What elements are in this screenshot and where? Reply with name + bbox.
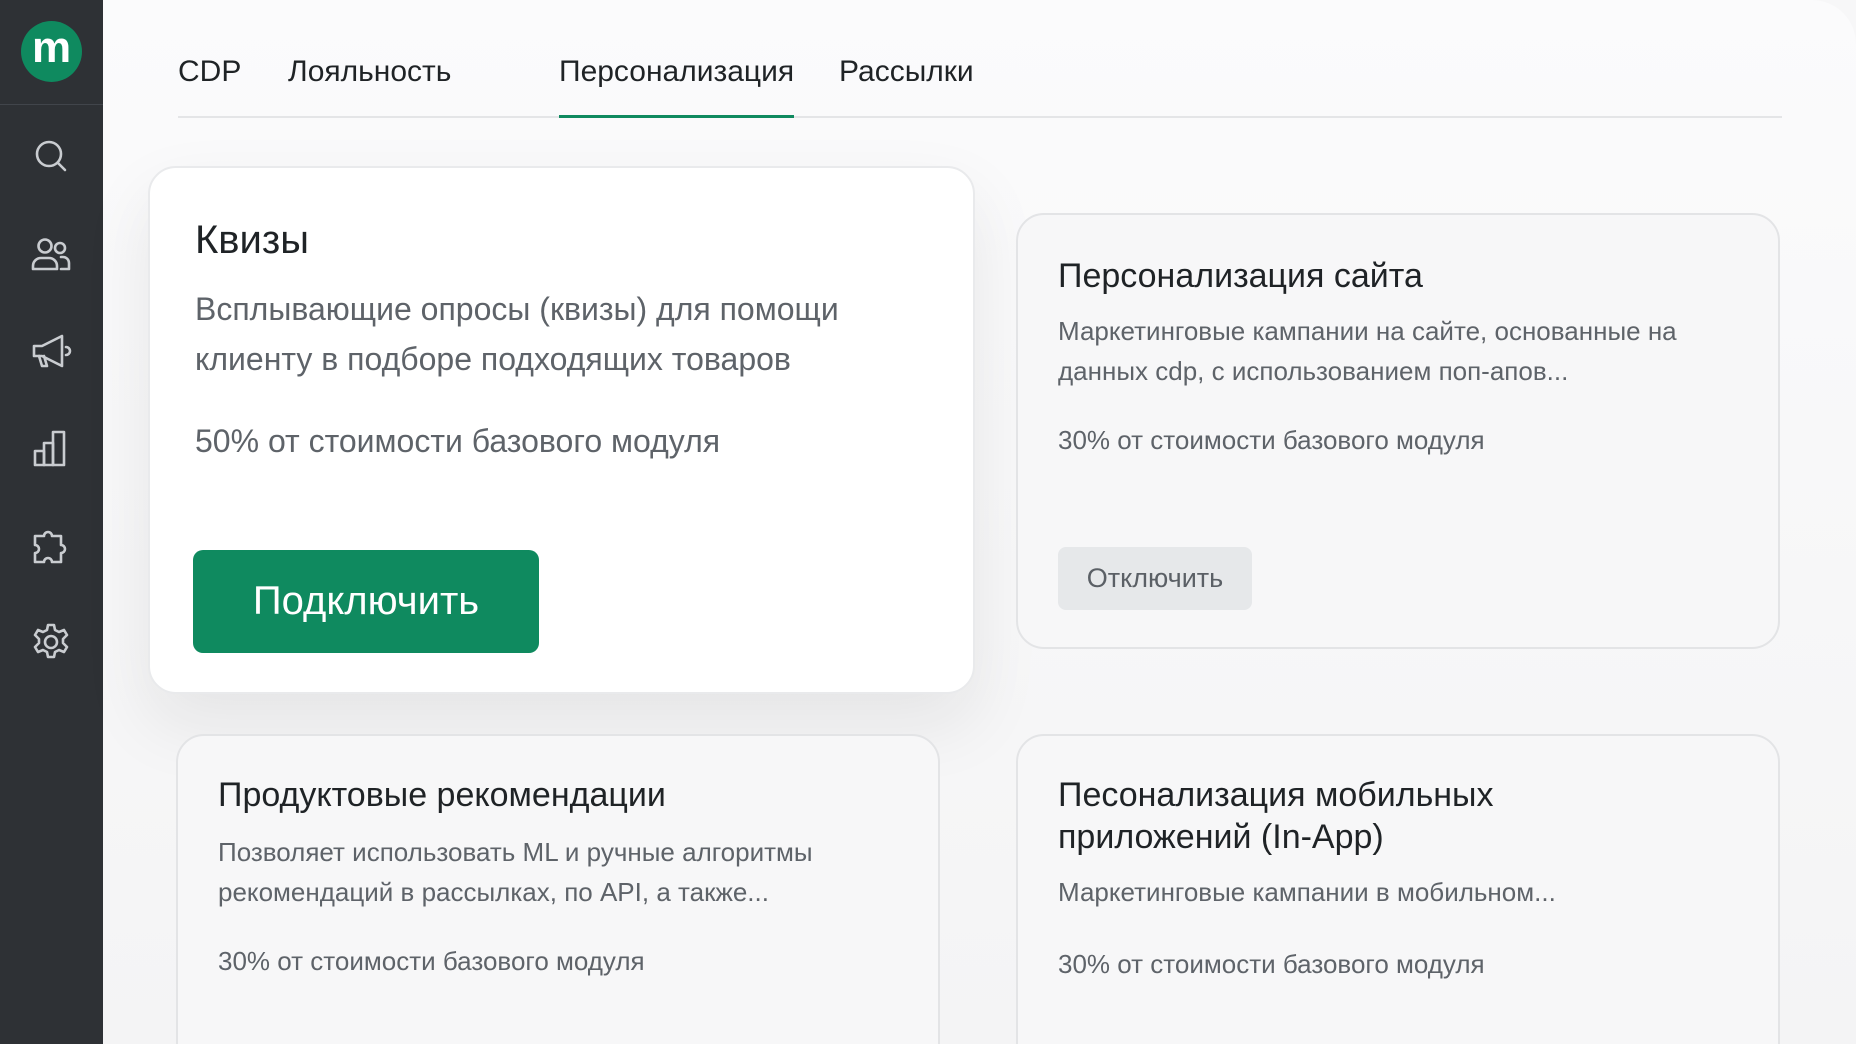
card-title: Персонализация сайта [1058,257,1423,295]
card-title: Продуктовые рекомендации [218,776,666,814]
module-card-quizzes: Квизы Всплывающие опросы (квизы) для пом… [148,166,975,694]
module-card-mobile-in-app: Песонализация мобильных приложений (In-A… [1016,734,1780,1044]
tab-mailings[interactable]: Рассылки [839,50,974,116]
logo[interactable]: m [21,21,82,82]
puzzle-icon[interactable] [29,523,73,567]
card-price: 50% от стоимости базового модуля [195,423,721,459]
disable-button[interactable]: Отключить [1058,547,1252,610]
sidebar: m [0,0,103,1044]
card-description: Маркетинговые кампании на сайте, основан… [1058,316,1677,386]
tab-cdp[interactable]: CDP [178,50,241,116]
tab-loyalty[interactable]: Лояльность [288,50,451,116]
card-price: 30% от стоимости базового модуля [1058,425,1485,455]
users-icon[interactable] [29,232,73,276]
card-description: Маркетинговые кампании в мобильном... [1058,877,1556,907]
logo-area: m [0,0,103,105]
search-icon[interactable] [29,134,73,178]
card-title: Квизы [195,218,309,262]
card-description: Позволяет использовать ML и ручные алгор… [218,837,813,907]
card-title: Песонализация мобильных приложений (In-A… [1058,776,1494,856]
tab-personalization[interactable]: Персонализация [559,50,795,118]
main-content: CDP Лояльность Персонализация Рассылки К… [103,0,1856,1044]
settings-icon[interactable] [29,620,73,664]
megaphone-icon[interactable] [29,329,73,373]
connect-button[interactable]: Подключить [193,550,539,653]
analytics-icon[interactable] [29,426,73,470]
module-card-product-recommendations: Продуктовые рекомендации Позволяет испол… [176,734,940,1044]
app-window: m CDP Лояльность Персонализация Рассылки… [0,0,1856,1044]
card-description: Всплывающие опросы (квизы) для помощи кл… [195,291,839,377]
card-price: 30% от стоимости базового модуля [218,946,645,976]
module-card-site-personalization: Персонализация сайта Маркетинговые кампа… [1016,213,1780,649]
tab-bar: CDP Лояльность Персонализация Рассылки [178,50,1782,118]
card-price: 30% от стоимости базового модуля [1058,949,1485,979]
